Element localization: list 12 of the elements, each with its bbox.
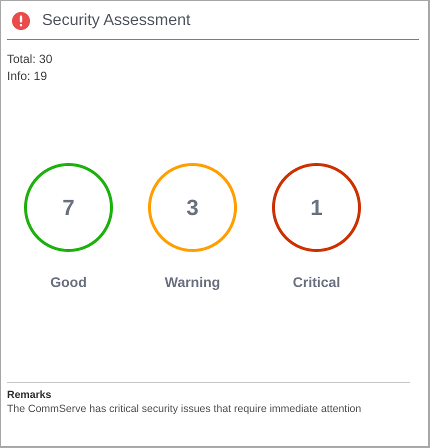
summary-text: Total: 30 bbox=[7, 51, 54, 68]
remarks-heading: Remarks bbox=[7, 388, 52, 402]
status-count: 7 bbox=[62, 194, 75, 220]
status-label: Good bbox=[50, 274, 87, 290]
status-label: Warning bbox=[164, 274, 220, 290]
status-count: 3 bbox=[186, 194, 199, 220]
remarks-text: The CommServe has critical security issues that require immediate attention bbox=[7, 402, 362, 417]
status-label: Critical bbox=[292, 274, 340, 290]
summary-text: Info: 19 bbox=[7, 68, 48, 85]
alert-icon bbox=[12, 12, 30, 30]
status-count: 1 bbox=[310, 194, 323, 220]
panel-title: Security Assessment bbox=[42, 12, 190, 30]
